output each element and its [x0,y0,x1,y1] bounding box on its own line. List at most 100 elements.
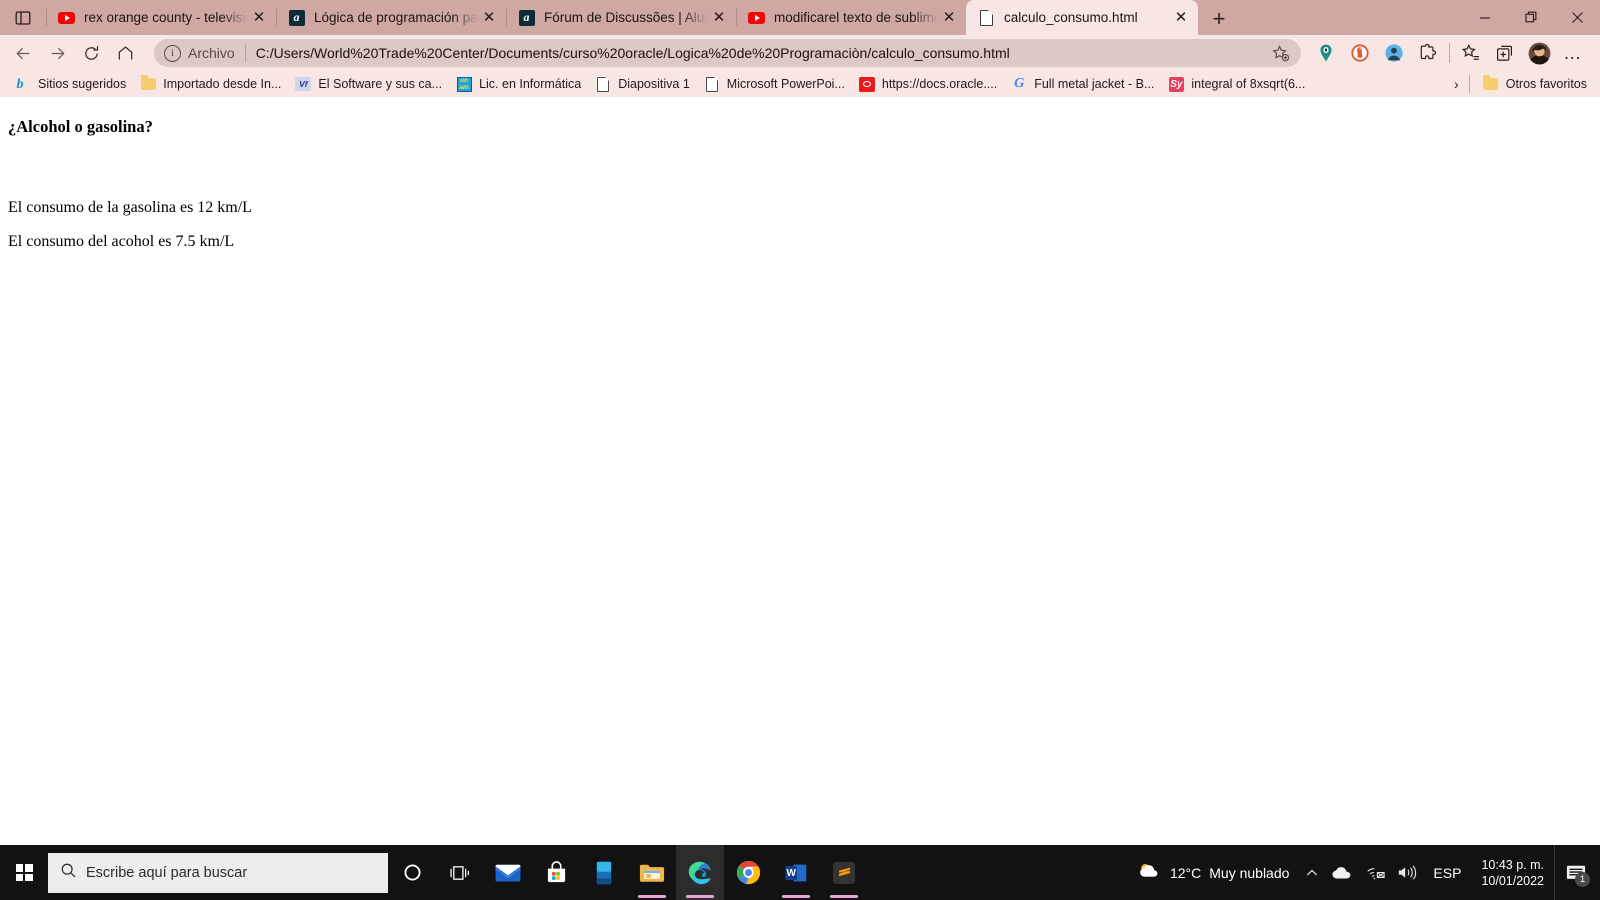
bookmarks-bar: b Sitios sugeridos Importado desde In...… [0,71,1600,97]
bookmark-full-metal-jacket[interactable]: G Full metal jacket - B... [1004,73,1161,95]
maximize-restore-button[interactable] [1508,0,1554,35]
tab-title: Fórum de Discussões | Alura Lat [544,10,708,25]
network-disconnected-icon[interactable] [1359,865,1391,881]
tab-separator [506,9,507,26]
extensions-puzzle-icon[interactable] [1411,38,1445,68]
home-icon[interactable] [108,38,142,68]
window-controls [1462,0,1600,35]
forward-icon[interactable] [40,38,74,68]
tab-separator [46,9,47,26]
taskbar-running-indicator [638,895,666,898]
site-info-icon[interactable]: i [164,44,181,62]
vertical-tabs-icon[interactable] [0,0,46,35]
microsoft-store-icon[interactable] [532,845,580,900]
tab-title: calculo_consumo.html [1004,10,1138,25]
tabs-container: rex orange county - television / s ✕ a L… [46,0,1198,35]
bookmark-integral-symbolab[interactable]: Sy integral of 8xsqrt(6... [1161,73,1312,95]
bookmark-lic-en-informatica[interactable]: un am Lic. en Informática [449,73,588,95]
page-icon [704,76,720,92]
new-tab-button[interactable]: + [1202,3,1236,35]
refresh-icon[interactable] [74,38,108,68]
unam-icon: un am [456,76,472,92]
bookmark-el-software-y-sus-caracteristicas[interactable]: Vf El Software y sus ca... [288,73,449,95]
folder-icon [140,75,156,92]
browser-tab-3[interactable]: a Fórum de Discussões | Alura Lat ✕ [506,0,736,35]
weather-condition: Muy nublado [1209,864,1290,881]
page-heading: ¿Alcohol o gasolina? [8,117,153,136]
browser-tab-1[interactable]: rex orange county - television / s ✕ [46,0,276,35]
bookmark-microsoft-powerpoint[interactable]: Microsoft PowerPoi... [697,73,852,95]
bookmark-add-icon[interactable] [1265,41,1295,65]
browser-tab-2[interactable]: a Lógica de programación parte 1: ✕ [276,0,506,35]
address-bar[interactable]: i Archivo C:/Users/World%20Trade%20Cente… [154,39,1301,67]
microsoft-edge-icon[interactable] [676,845,724,900]
bookmark-label: El Software y sus ca... [318,77,443,91]
collections-icon[interactable] [1488,38,1522,68]
language-indicator[interactable]: ESP [1423,865,1471,881]
omnibox-divider [244,44,246,62]
youtube-icon [58,9,75,26]
more-options-button[interactable]: … [1556,38,1590,68]
tab-close-icon[interactable]: ✕ [1170,7,1192,29]
partly-cloudy-icon [1136,860,1162,885]
bookmark-importado-desde-internet[interactable]: Importado desde In... [133,73,288,95]
bookmark-label: Lic. en Informática [479,77,582,91]
taskbar-running-indicator [830,895,858,898]
bookmark-docs-oracle[interactable]: https://docs.oracle.... [852,73,1004,95]
onedrive-cloud-icon[interactable] [1325,865,1359,880]
task-view-icon[interactable] [436,845,484,900]
tab-close-icon[interactable]: ✕ [248,7,270,29]
windows-logo[interactable] [0,845,48,900]
back-icon[interactable] [6,38,40,68]
cortana-icon[interactable] [388,845,436,900]
svg-text:W: W [786,868,796,879]
close-button[interactable] [1554,0,1600,35]
bookmark-otros-favoritos[interactable]: Otros favoritos [1476,73,1594,95]
browser-toolbar: i Archivo C:/Users/World%20Trade%20Cente… [0,35,1600,71]
bookmark-diapositiva-1[interactable]: Diapositiva 1 [588,73,697,95]
chevron-right-icon[interactable]: › [1444,76,1469,92]
microsoft-word-icon[interactable]: W [772,845,820,900]
search-input[interactable]: Escribe aquí para buscar [48,852,388,893]
tab-separator [736,9,737,26]
browser-tab-4[interactable]: modificarel texto de sublime text ✕ [736,0,966,35]
page-icon [595,76,611,92]
tree-style-tab-extension-icon[interactable] [1309,38,1343,68]
tab-close-icon[interactable]: ✕ [478,7,500,29]
tab-title: Lógica de programación parte 1: [314,10,478,25]
page-viewport: ¿Alcohol o gasolina? El consumo de la ga… [0,97,1600,845]
software-icon: Vf [295,76,312,92]
avatar-extension-icon[interactable] [1377,38,1411,68]
profile-avatar[interactable] [1522,38,1556,68]
folder-icon [1483,75,1499,92]
scheme-label: Archivo [188,45,235,61]
volume-icon[interactable] [1391,864,1423,881]
browser-tab-5-active[interactable]: calculo_consumo.html ✕ [966,0,1198,35]
file-explorer-icon[interactable] [628,845,676,900]
mail-icon[interactable] [484,845,532,900]
toolbar-divider [1449,43,1450,63]
google-chrome-icon[interactable] [724,845,772,900]
taskbar-running-indicator [686,895,714,898]
bookmark-label: integral of 8xsqrt(6... [1191,77,1306,91]
url-text[interactable]: C:/Users/World%20Trade%20Center/Document… [256,45,1265,61]
duckduckgo-extension-icon[interactable] [1343,38,1377,68]
favorites-icon[interactable] [1454,38,1488,68]
weather-widget[interactable]: 12°C Muy nublado [1122,860,1299,885]
clock[interactable]: 10:43 p. m. 10/01/2022 [1471,857,1554,889]
tab-close-icon[interactable]: ✕ [938,7,960,29]
bookmark-sitios-sugeridos[interactable]: b Sitios sugeridos [8,73,133,95]
notification-count: 1 [1575,872,1590,887]
taskbar-running-indicator [782,895,810,898]
tab-close-icon[interactable]: ✕ [708,7,730,29]
your-phone-icon[interactable] [580,845,628,900]
show-hidden-icons-chevron[interactable] [1299,866,1325,880]
bookmark-label: Full metal jacket - B... [1034,77,1155,91]
bookmarks-overflow: › Otros favoritos [1444,73,1594,95]
tab-strip: rex orange county - television / s ✕ a L… [0,0,1600,35]
notifications-icon[interactable]: 1 [1554,845,1596,900]
sublime-text-icon[interactable] [820,845,868,900]
minimize-button[interactable] [1462,0,1508,35]
more-options-label: … [1563,43,1583,63]
symbolab-icon: Sy [1168,76,1184,92]
